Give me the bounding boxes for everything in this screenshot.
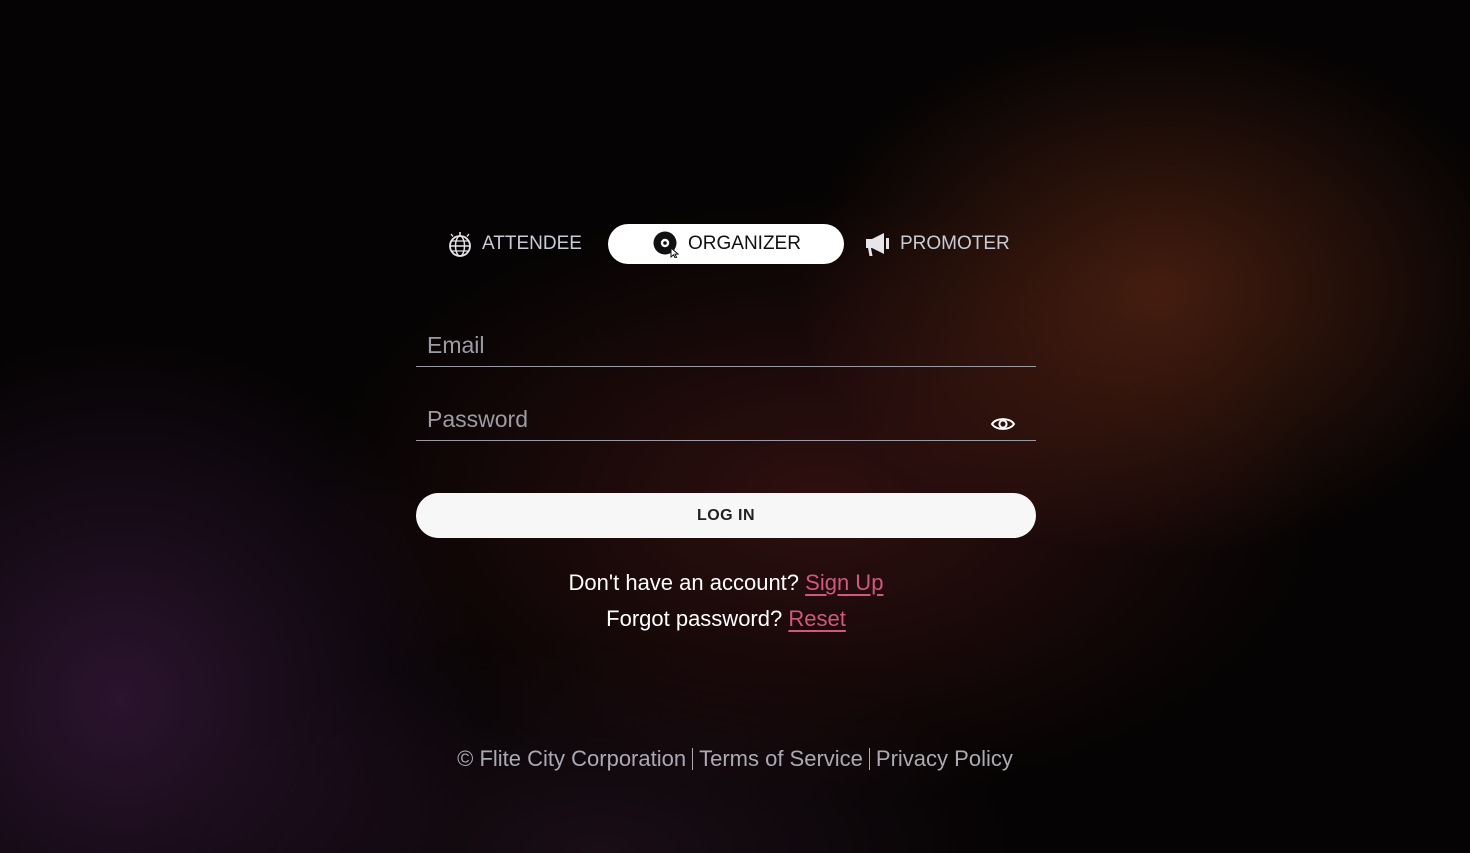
copyright-text: © Flite City Corporation	[457, 746, 687, 771]
tab-attendee[interactable]: ATTENDEE	[446, 224, 582, 264]
password-field-container	[416, 395, 1036, 441]
footer-divider	[692, 748, 694, 770]
footer: © Flite City Corporation Terms of Service…	[300, 746, 1170, 772]
signup-link[interactable]: Sign Up	[805, 570, 883, 595]
vinyl-record-icon	[652, 230, 680, 258]
password-field[interactable]	[425, 401, 969, 437]
email-field[interactable]	[425, 327, 969, 363]
reset-link[interactable]: Reset	[788, 606, 845, 631]
tab-attendee-label: ATTENDEE	[482, 233, 582, 254]
footer-divider	[868, 748, 870, 770]
tab-organizer-label: ORGANIZER	[688, 233, 801, 254]
show-password-icon[interactable]	[990, 411, 1016, 437]
reset-prompt-text: Forgot password?	[606, 606, 783, 631]
reset-prompt: Forgot password? Reset	[416, 606, 1036, 632]
email-field-container	[416, 321, 1036, 367]
disco-ball-icon	[446, 230, 474, 258]
terms-link[interactable]: Terms of Service	[699, 746, 863, 771]
tab-promoter-label: PROMOTER	[900, 233, 1010, 254]
tab-promoter[interactable]: PROMOTER	[864, 224, 1010, 264]
login-button[interactable]: LOG IN	[416, 493, 1036, 538]
signup-prompt-text: Don't have an account?	[568, 570, 800, 595]
privacy-link[interactable]: Privacy Policy	[876, 746, 1013, 771]
megaphone-icon	[864, 230, 892, 258]
tab-organizer[interactable]: ORGANIZER	[608, 224, 844, 264]
signup-prompt: Don't have an account? Sign Up	[416, 570, 1036, 596]
role-selector: ATTENDEE ORGANIZER PROMOTER	[430, 224, 1030, 264]
